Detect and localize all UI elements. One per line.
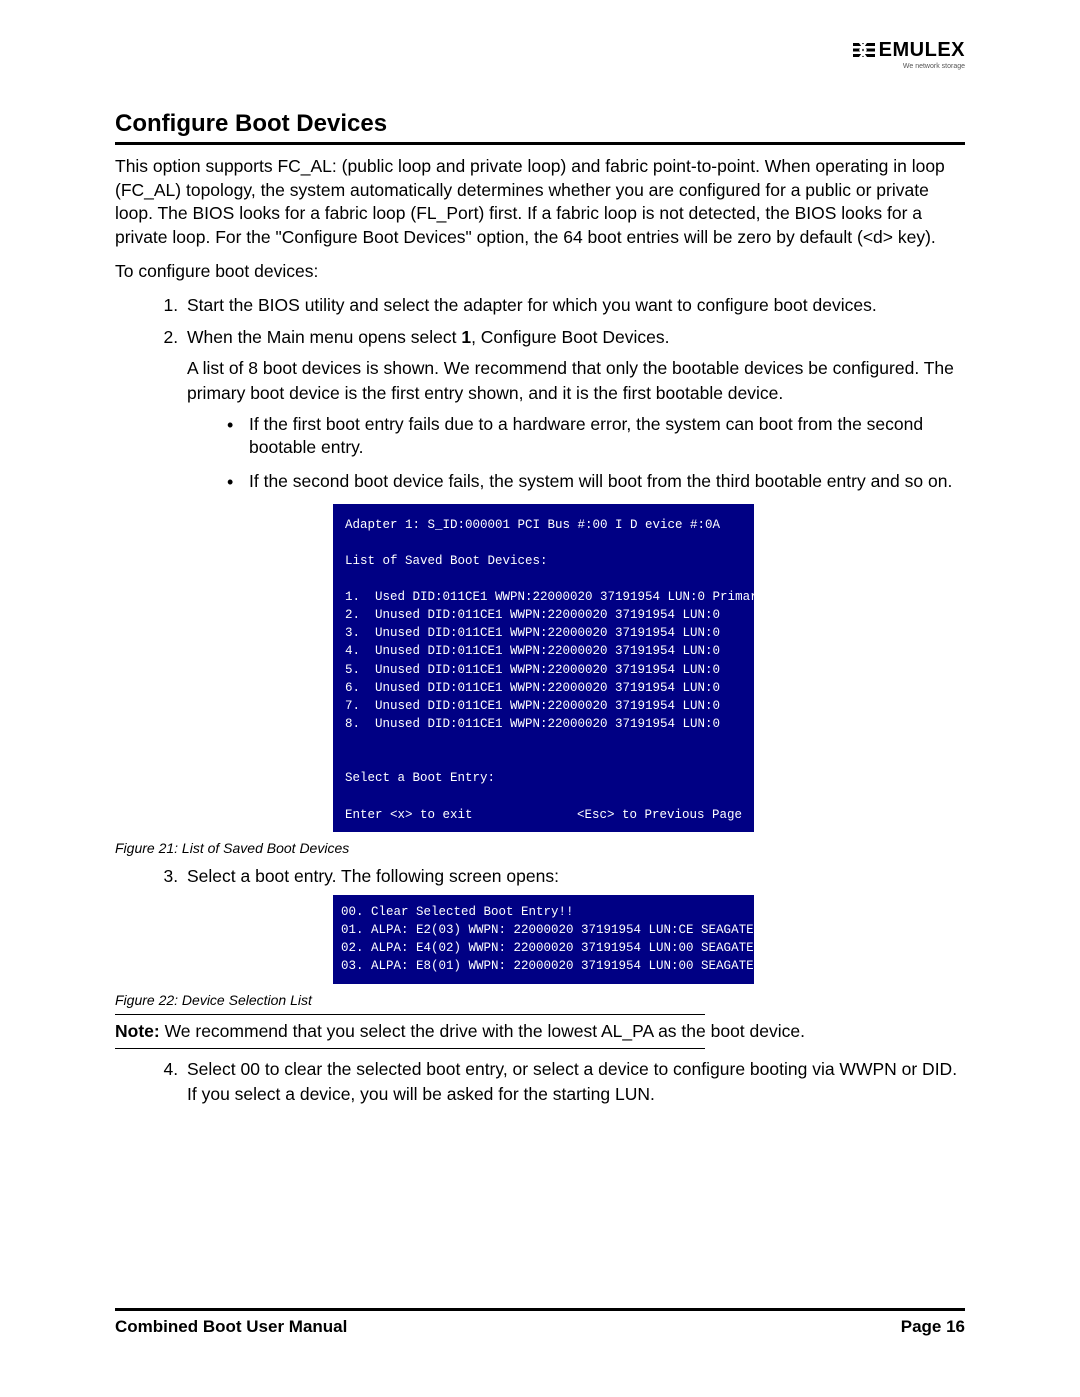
fig21-exit-left: Enter <x> to exit xyxy=(345,806,473,824)
step-1: Start the BIOS utility and select the ad… xyxy=(183,293,965,318)
fig21-footer-row: Enter <x> to exit <Esc> to Previous Page xyxy=(345,806,742,824)
fig22-row: 00. Clear Selected Boot Entry!! xyxy=(341,903,746,921)
figure-22-caption: Figure 22: Device Selection List xyxy=(115,992,965,1008)
step-2-text-c: , Configure Boot Devices. xyxy=(471,327,669,347)
document-page: EMULEX We network storage Configure Boot… xyxy=(0,0,1080,1397)
step-4: Select 00 to clear the selected boot ent… xyxy=(183,1057,965,1108)
note-rule-bottom xyxy=(115,1048,705,1049)
fig21-row: 1. Used DID:011CE1 WWPN:22000020 3719195… xyxy=(345,588,742,606)
step-1-text: Start the BIOS utility and select the ad… xyxy=(187,295,877,315)
fig21-exit-right: <Esc> to Previous Page xyxy=(577,806,742,824)
figure-21-caption: Figure 21: List of Saved Boot Devices xyxy=(115,840,965,856)
footer-row: Combined Boot User Manual Page 16 xyxy=(115,1317,965,1337)
fig22-row: 02. ALPA: E4(02) WWPN: 22000020 37191954… xyxy=(341,939,746,957)
step-2-bullets: If the first boot entry fails due to a h… xyxy=(187,413,965,494)
fig21-row: 5. Unused DID:011CE1 WWPN:22000020 37191… xyxy=(345,661,742,679)
brand-logo: EMULEX xyxy=(853,40,965,60)
step-2-text-a: When the Main menu opens select xyxy=(187,327,461,347)
note-block: Note: We recommend that you select the d… xyxy=(115,1019,965,1044)
fig22-row: 01. ALPA: E2(03) WWPN: 22000020 37191954… xyxy=(341,921,746,939)
fig21-row: 7. Unused DID:011CE1 WWPN:22000020 37191… xyxy=(345,697,742,715)
step-3-text: Select a boot entry. The following scree… xyxy=(187,866,559,886)
steps-list-cont2: Select 00 to clear the selected boot ent… xyxy=(115,1057,965,1108)
brand-name: EMULEX xyxy=(879,40,965,60)
note-label: Note: xyxy=(115,1021,160,1041)
step-3: Select a boot entry. The following scree… xyxy=(183,864,965,984)
brand-mark-icon xyxy=(853,43,875,57)
bullet-2: If the second boot device fails, the sys… xyxy=(227,470,965,494)
title-rule xyxy=(115,142,965,145)
steps-list-cont: Select a boot entry. The following scree… xyxy=(115,864,965,984)
brand-tagline: We network storage xyxy=(853,63,965,70)
fig21-subhead: List of Saved Boot Devices: xyxy=(345,552,742,570)
intro-paragraph: This option supports FC_AL: (public loop… xyxy=(115,155,965,250)
step-2: When the Main menu opens select 1, Confi… xyxy=(183,325,965,832)
step-2-bold: 1 xyxy=(461,327,471,347)
bullet-1: If the first boot entry fails due to a h… xyxy=(227,413,965,460)
lead-paragraph: To configure boot devices: xyxy=(115,260,965,284)
step-2-sub: A list of 8 boot devices is shown. We re… xyxy=(187,356,965,407)
note-rule-top xyxy=(115,1014,705,1015)
fig21-row: 2. Unused DID:011CE1 WWPN:22000020 37191… xyxy=(345,606,742,624)
fig21-row: 3. Unused DID:011CE1 WWPN:22000020 37191… xyxy=(345,624,742,642)
fig21-row: 8. Unused DID:011CE1 WWPN:22000020 37191… xyxy=(345,715,742,733)
figure-21-screen: Adapter 1: S_ID:000001 PCI Bus #:00 I D … xyxy=(333,504,754,832)
brand-block: EMULEX We network storage xyxy=(853,40,965,70)
steps-list: Start the BIOS utility and select the ad… xyxy=(115,293,965,832)
footer-left: Combined Boot User Manual xyxy=(115,1317,347,1337)
page-footer: Combined Boot User Manual Page 16 xyxy=(115,1308,965,1337)
note-text: We recommend that you select the drive w… xyxy=(160,1021,805,1041)
fig21-header: Adapter 1: S_ID:000001 PCI Bus #:00 I D … xyxy=(345,516,742,534)
step-4-text: Select 00 to clear the selected boot ent… xyxy=(187,1059,957,1104)
page-header: EMULEX We network storage xyxy=(115,40,965,90)
fig21-row: 6. Unused DID:011CE1 WWPN:22000020 37191… xyxy=(345,679,742,697)
footer-right: Page 16 xyxy=(901,1317,965,1337)
fig21-prompt: Select a Boot Entry: xyxy=(345,769,742,787)
footer-rule xyxy=(115,1308,965,1311)
fig22-row: 03. ALPA: E8(01) WWPN: 22000020 37191954… xyxy=(341,957,746,975)
figure-22-screen: 00. Clear Selected Boot Entry!!01. ALPA:… xyxy=(333,895,754,984)
fig21-row: 4. Unused DID:011CE1 WWPN:22000020 37191… xyxy=(345,642,742,660)
section-title: Configure Boot Devices xyxy=(115,110,965,138)
